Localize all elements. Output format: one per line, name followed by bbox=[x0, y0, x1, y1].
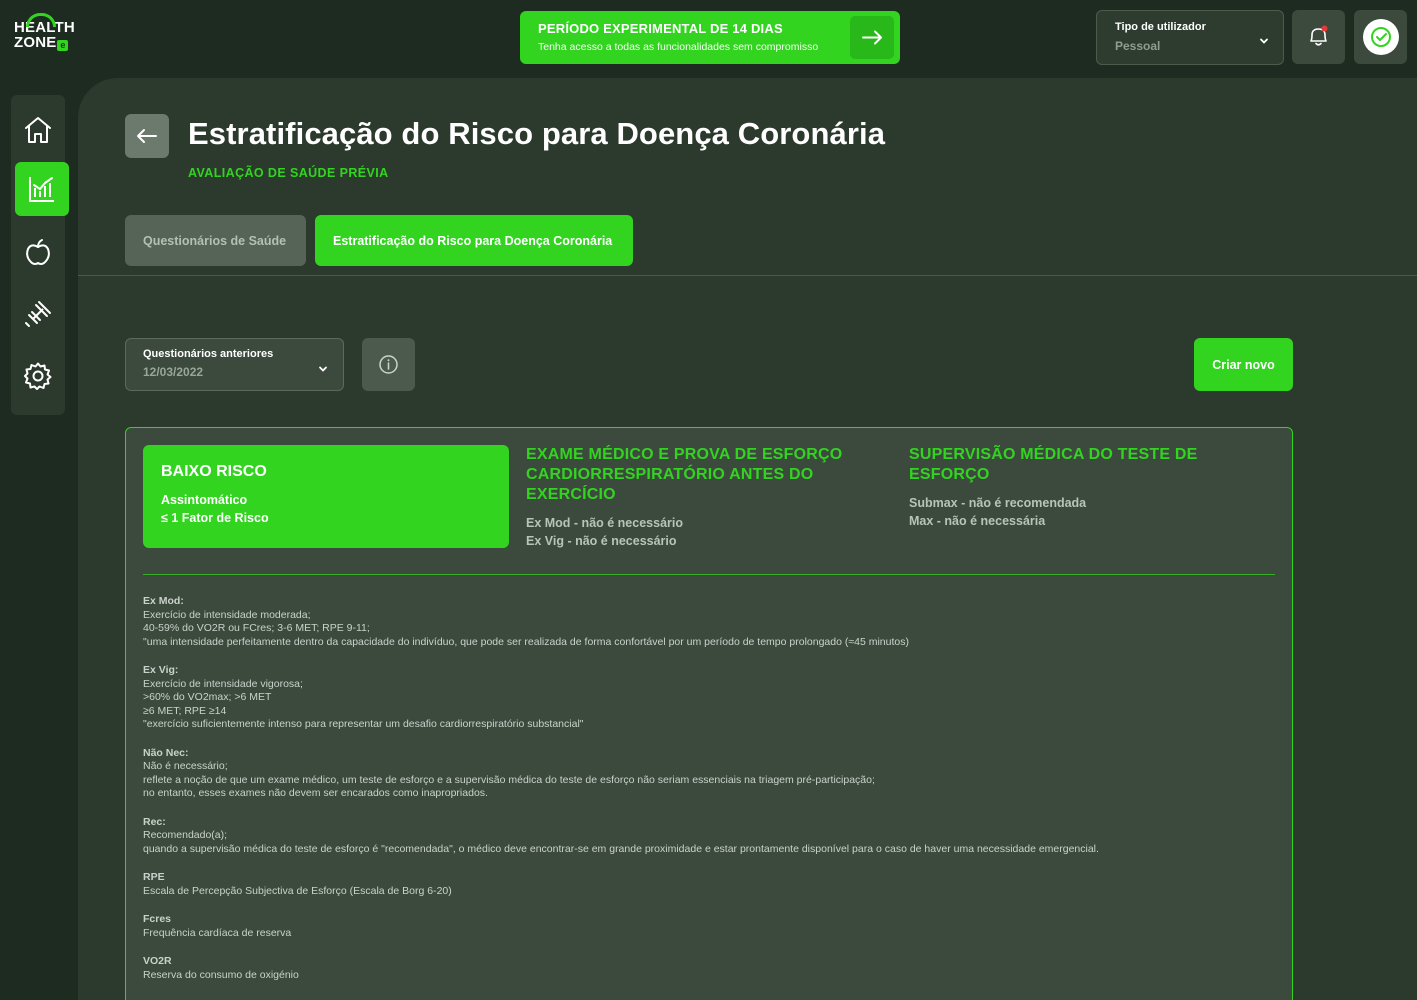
trial-arrow-button[interactable] bbox=[850, 16, 894, 59]
exam-line: Ex Mod - não é necessário bbox=[526, 516, 683, 530]
page-title: Estratificação do Risco para Doença Coro… bbox=[188, 116, 886, 151]
risk-level-line: ≤ 1 Fator de Risco bbox=[161, 511, 269, 525]
user-type-value: Pessoal bbox=[1115, 39, 1161, 53]
definition-line: reflete a noção de que um exame médico, … bbox=[143, 773, 875, 786]
page-subtitle: AVALIAÇÃO DE SAÚDE PRÉVIA bbox=[188, 166, 389, 180]
definition-term: Fcres bbox=[143, 913, 172, 925]
exam-title: EXAME MÉDICO E PROVA DE ESFORÇO CARDIORR… bbox=[526, 446, 843, 503]
user-type-label: Tipo de utilizador bbox=[1115, 21, 1206, 33]
definition-line: Reserva do consumo de oxigénio bbox=[143, 968, 299, 981]
profile-button[interactable] bbox=[1354, 10, 1407, 64]
definitions-list: Ex Mod: Exercício de intensidade moderad… bbox=[143, 595, 1273, 997]
sidebar bbox=[11, 95, 69, 415]
sidebar-item-exercise[interactable] bbox=[11, 287, 65, 341]
brand-logo[interactable]: HEALTH ZONE e bbox=[14, 13, 75, 56]
dumbbell-icon bbox=[25, 301, 51, 327]
chevron-down-icon bbox=[1260, 38, 1268, 44]
apple-icon bbox=[26, 239, 50, 265]
supervision-line: Submax - não é recomendada bbox=[909, 496, 1087, 510]
sidebar-item-stats[interactable] bbox=[15, 162, 69, 216]
definition-line: Recomendado(a); bbox=[143, 829, 228, 841]
info-button[interactable] bbox=[362, 338, 415, 391]
definition-line: 40-59% do VO2R ou FCres; 3-6 MET; RPE 9-… bbox=[143, 622, 370, 634]
tab-health-questionnaires[interactable]: Questionários de Saúde bbox=[125, 215, 306, 266]
result-card: BAIXO RISCO Assintomático ≤ 1 Fator de R… bbox=[125, 427, 1293, 1000]
definition-item: VO2R Reserva do consumo de oxigénio bbox=[143, 955, 1273, 982]
definition-line: >60% do VO2max; >6 MET bbox=[143, 691, 272, 703]
sidebar-item-nutrition[interactable] bbox=[11, 225, 65, 279]
definition-term: Rec: bbox=[143, 815, 166, 828]
back-button[interactable] bbox=[125, 114, 169, 158]
card-divider bbox=[143, 574, 1275, 575]
definition-item: Rec: Recomendado(a); quando a supervisão… bbox=[143, 816, 1273, 857]
tab-risk-stratification[interactable]: Estratificação do Risco para Doença Coro… bbox=[315, 215, 633, 266]
supervision-column: SUPERVISÃO MÉDICA DO TESTE DE ESFORÇO Su… bbox=[909, 445, 1249, 528]
previous-questionnaires-value: 12/03/2022 bbox=[143, 365, 204, 379]
exam-column: EXAME MÉDICO E PROVA DE ESFORÇO CARDIORR… bbox=[526, 445, 866, 548]
create-new-button[interactable]: Criar novo bbox=[1194, 338, 1293, 391]
sidebar-item-home[interactable] bbox=[11, 103, 65, 157]
bell-icon bbox=[1310, 25, 1328, 46]
logo-line2: ZONE bbox=[14, 34, 57, 51]
sidebar-item-settings[interactable] bbox=[11, 349, 65, 403]
supervision-title: SUPERVISÃO MÉDICA DO TESTE DE ESFORÇO bbox=[909, 446, 1198, 483]
definition-item: Não Nec: Não é necessário; reflete a noç… bbox=[143, 747, 1273, 801]
definition-term: Ex Vig: bbox=[143, 664, 179, 676]
definition-term: RPE bbox=[143, 871, 165, 883]
definition-line: "exercício suficientemente intenso para … bbox=[143, 718, 584, 730]
definition-line: Exercício de intensidade vigorosa; bbox=[143, 677, 303, 690]
logo-badge: e bbox=[57, 40, 69, 51]
supervision-line: Max - não é necessária bbox=[909, 514, 1046, 528]
definition-line: "uma intensidade perfeitamente dentro da… bbox=[143, 635, 909, 648]
trial-banner[interactable]: PERÍODO EXPERIMENTAL DE 14 DIAS Tenha ac… bbox=[520, 11, 900, 64]
profile-icon bbox=[1371, 27, 1391, 47]
definition-line: Exercício de intensidade moderada; bbox=[143, 608, 311, 621]
trial-title: PERÍODO EXPERIMENTAL DE 14 DIAS bbox=[538, 21, 783, 36]
definition-term: VO2R bbox=[143, 955, 172, 967]
previous-questionnaires-label: Questionários anteriores bbox=[143, 348, 274, 360]
gear-icon bbox=[24, 362, 52, 390]
risk-level-box: BAIXO RISCO Assintomático ≤ 1 Fator de R… bbox=[143, 445, 509, 548]
notifications-button[interactable] bbox=[1292, 10, 1345, 64]
definition-item: Fcres Frequência cardíaca de reserva bbox=[143, 913, 1273, 940]
definition-line: Escala de Percepção Subjectiva de Esforç… bbox=[143, 884, 452, 897]
tabs-divider bbox=[78, 275, 1417, 276]
logo-arc-icon bbox=[26, 13, 56, 27]
definition-item: RPE Escala de Percepção Subjectiva de Es… bbox=[143, 871, 1273, 898]
definition-item: Ex Mod: Exercício de intensidade moderad… bbox=[143, 595, 1273, 649]
exam-line: Ex Vig - não é necessário bbox=[526, 534, 677, 548]
definition-line: ≥6 MET; RPE ≥14 bbox=[143, 704, 227, 717]
risk-level-title: BAIXO RISCO bbox=[161, 463, 267, 480]
chevron-down-icon bbox=[319, 366, 327, 372]
previous-questionnaires-select[interactable]: Questionários anteriores 12/03/2022 bbox=[125, 338, 344, 391]
definition-line: no entanto, esses exames não devem ser e… bbox=[143, 787, 488, 799]
risk-level-line: Assintomático bbox=[161, 493, 248, 507]
main-panel: Estratificação do Risco para Doença Coro… bbox=[78, 78, 1417, 1000]
trial-subtitle: Tenha acesso a todas as funcionalidades … bbox=[538, 41, 819, 53]
arrow-left-icon bbox=[137, 129, 157, 143]
definition-item: Ex Vig: Exercício de intensidade vigoros… bbox=[143, 664, 1273, 732]
home-icon bbox=[25, 117, 51, 143]
user-type-select[interactable]: Tipo de utilizador Pessoal bbox=[1096, 10, 1284, 65]
definition-line: Frequência cardíaca de reserva bbox=[143, 926, 292, 939]
definition-line: Não é necessário; bbox=[143, 760, 228, 772]
definition-term: Não Nec: bbox=[143, 746, 189, 759]
definition-term: Ex Mod: bbox=[143, 595, 184, 607]
info-icon bbox=[379, 355, 398, 374]
chart-icon bbox=[29, 177, 54, 202]
definition-line: quando a supervisão médica do teste de e… bbox=[143, 842, 1099, 855]
arrow-right-icon bbox=[862, 30, 882, 45]
